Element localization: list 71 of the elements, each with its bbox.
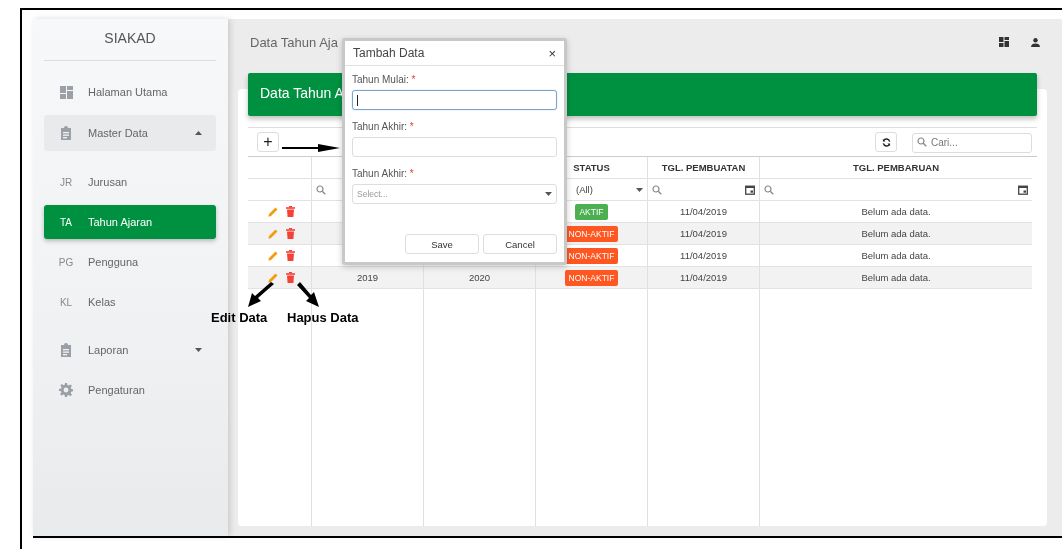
item-abbreviation: TA bbox=[59, 216, 72, 228]
close-button[interactable]: × bbox=[548, 45, 556, 61]
pencil-icon[interactable] bbox=[268, 228, 278, 239]
field-label: Tahun Akhir: * bbox=[352, 121, 415, 132]
annotation-arrow bbox=[282, 143, 340, 153]
calendar-icon[interactable] bbox=[1018, 184, 1028, 195]
column-header[interactable]: TGL. PEMBUATAN bbox=[648, 157, 760, 178]
clipboard-icon bbox=[60, 343, 72, 357]
trash-icon[interactable] bbox=[286, 272, 295, 283]
dialog-button[interactable]: Cancel bbox=[483, 234, 557, 254]
pencil-icon[interactable] bbox=[268, 250, 278, 261]
apps-icon[interactable] bbox=[999, 37, 1009, 47]
sidebar-item[interactable]: Laporan bbox=[44, 333, 216, 367]
gear-icon bbox=[59, 383, 73, 397]
brand-name: SIAKAD bbox=[44, 19, 216, 61]
status-badge: AKTIF bbox=[575, 203, 608, 220]
annotation-label: Edit Data bbox=[211, 310, 268, 325]
status-badge: NON-AKTIF bbox=[564, 225, 619, 242]
sidebar-item[interactable]: JR Jurusan bbox=[44, 165, 216, 199]
field-label: Tahun Akhir: * bbox=[352, 168, 415, 179]
table-cell: Belum ada data. bbox=[861, 272, 931, 283]
item-abbreviation: JR bbox=[59, 176, 73, 188]
sidebar-item[interactable]: TA Tahun Ajaran bbox=[44, 205, 216, 239]
column-header[interactable]: TGL. PEMBARUAN bbox=[760, 157, 1032, 178]
search-icon bbox=[917, 137, 927, 147]
field-label: Tahun Mulai: * bbox=[352, 74, 417, 85]
dashboard-icon bbox=[59, 85, 73, 99]
sidebar-item[interactable]: PG Pengguna bbox=[44, 245, 216, 279]
search-icon bbox=[764, 184, 774, 195]
caret-icon bbox=[195, 131, 202, 135]
calendar-icon[interactable] bbox=[745, 184, 755, 195]
pencil-icon[interactable] bbox=[268, 206, 278, 217]
table-cell: Belum ada data. bbox=[861, 206, 931, 217]
page-title: Data Tahun Aja bbox=[250, 34, 339, 50]
refresh-icon bbox=[881, 137, 891, 147]
table-cell: 11/04/2019 bbox=[680, 272, 727, 283]
sidebar-item[interactable]: Pengaturan bbox=[44, 373, 216, 407]
dialog-title: Tambah Data bbox=[353, 46, 425, 60]
status-badge: NON-AKTIF bbox=[564, 269, 619, 286]
table-cell: Belum ada data. bbox=[861, 250, 931, 261]
refresh-button[interactable] bbox=[875, 132, 897, 152]
input-field[interactable] bbox=[352, 90, 557, 110]
table-cell: 2019 bbox=[356, 272, 379, 283]
table-cell: 11/04/2019 bbox=[680, 228, 727, 239]
caret-icon bbox=[195, 348, 202, 352]
clipboard-icon bbox=[60, 126, 72, 140]
table-cell: 11/04/2019 bbox=[680, 250, 727, 261]
add-button[interactable]: + bbox=[257, 132, 279, 152]
search-icon bbox=[652, 184, 662, 195]
status-badge: NON-AKTIF bbox=[564, 247, 619, 264]
item-abbreviation: KL bbox=[59, 296, 73, 308]
caret-icon bbox=[636, 187, 643, 192]
dialog-button[interactable]: Save bbox=[405, 234, 479, 254]
pencil-icon[interactable] bbox=[268, 272, 278, 283]
annotation-arrow bbox=[247, 282, 275, 308]
table-cell: 11/04/2019 bbox=[680, 206, 727, 217]
annotation-label: Hapus Data bbox=[287, 310, 359, 325]
trash-icon[interactable] bbox=[286, 228, 295, 239]
annotation-arrow bbox=[297, 282, 321, 308]
trash-icon[interactable] bbox=[286, 250, 295, 261]
search-icon bbox=[316, 184, 326, 195]
sidebar-item[interactable]: Master Data bbox=[44, 115, 216, 151]
item-abbreviation: PG bbox=[58, 256, 74, 268]
table-cell: Belum ada data. bbox=[861, 228, 931, 239]
caret-icon bbox=[545, 192, 552, 196]
table-cell: 2020 bbox=[468, 272, 491, 283]
search-field[interactable]: Cari... bbox=[912, 132, 1032, 153]
sidebar-item[interactable]: Halaman Utama bbox=[44, 75, 216, 109]
user-icon[interactable] bbox=[1031, 37, 1040, 47]
trash-icon[interactable] bbox=[286, 206, 295, 217]
select-field[interactable]: Select... bbox=[352, 184, 557, 204]
